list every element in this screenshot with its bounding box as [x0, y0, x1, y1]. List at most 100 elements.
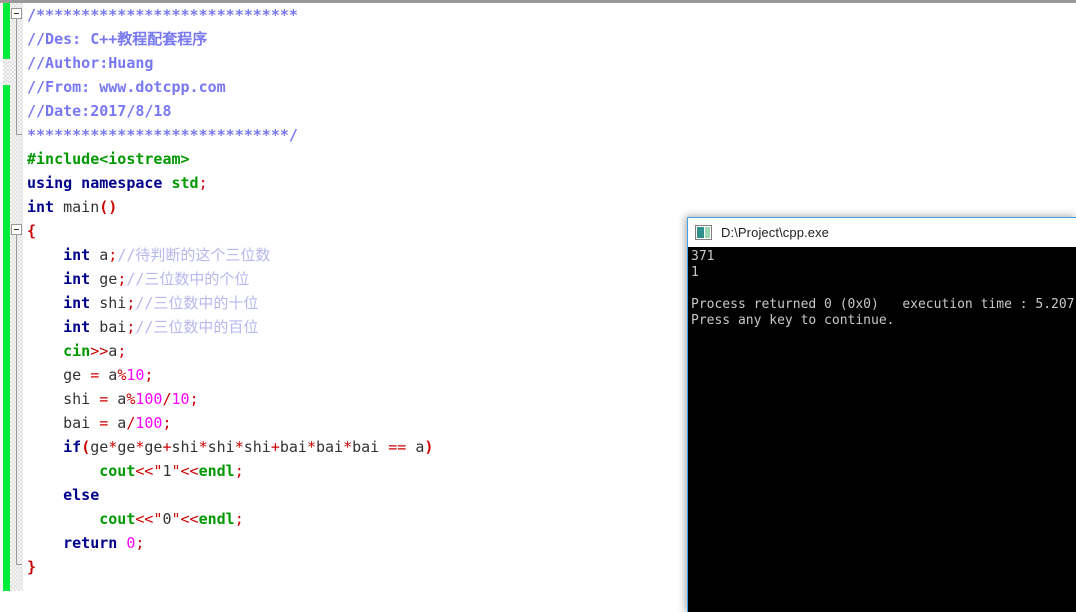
code-token-quote: " — [171, 510, 181, 528]
code-token-std: endl — [198, 510, 235, 528]
code-token-id: bai — [352, 438, 389, 456]
code-token-op: = — [99, 390, 109, 408]
code-token-op: % — [117, 366, 127, 384]
code-token-op: ; — [117, 270, 127, 288]
code-token-kw: int — [63, 270, 100, 288]
fold-toggle-icon-block-1[interactable] — [11, 8, 22, 19]
code-token-op: * — [108, 438, 118, 456]
code-token-op: ; — [198, 174, 208, 192]
console-output-line: Process returned 0 (0x0) execution time … — [691, 297, 1076, 312]
code-token-op: + — [270, 438, 280, 456]
code-token-id: a — [99, 366, 118, 384]
console-window-icon — [695, 225, 712, 240]
code-token-std: endl — [198, 462, 235, 480]
code-token-op: ; — [144, 366, 154, 384]
code-token-kw: else — [63, 486, 100, 504]
code-token-kw: int — [63, 246, 100, 264]
code-token-kw: return — [63, 534, 127, 552]
code-token-op: << — [180, 510, 199, 528]
code-token-comment: //From: www.dotcpp.com — [27, 78, 226, 96]
code-token-id: a — [108, 414, 127, 432]
code-token-op: == — [388, 438, 407, 456]
code-token-std: cin — [63, 342, 91, 360]
code-line[interactable]: //From: www.dotcpp.com — [23, 75, 1076, 99]
code-token-num: 10 — [171, 390, 190, 408]
code-token-brace: ( — [81, 438, 91, 456]
fold-range-line-1 — [16, 19, 17, 134]
code-token-comment: //Des: C++教程配套程序 — [27, 30, 208, 48]
code-token-kw: int — [63, 318, 100, 336]
code-line[interactable]: /***************************** — [23, 3, 1076, 27]
code-token-num: 100 — [135, 390, 163, 408]
code-token-op: * — [234, 438, 244, 456]
code-token-id: shi — [207, 438, 235, 456]
code-token-std: std — [171, 174, 199, 192]
code-token-num: 100 — [135, 414, 163, 432]
fold-range-foot-2 — [16, 564, 22, 565]
console-title-text: D:\Project\cpp.exe — [721, 225, 830, 240]
code-token-brace: ) — [424, 438, 434, 456]
code-token-comment-in: //三位数中的个位 — [126, 270, 250, 288]
code-token-op: + — [162, 438, 172, 456]
code-token-quote: " — [171, 462, 181, 480]
code-line[interactable]: #include<iostream> — [23, 147, 1076, 171]
code-token-comment-in: //三位数中的百位 — [135, 318, 259, 336]
code-token-comment: //Author:Huang — [27, 54, 154, 72]
code-token-op: >> — [90, 342, 109, 360]
console-output-line: Press any key to continue. — [691, 313, 895, 328]
fold-range-foot-1 — [16, 134, 22, 135]
code-token-id: bai — [279, 438, 307, 456]
code-token-id: ge — [144, 438, 163, 456]
code-token-id: ge — [63, 366, 91, 384]
code-token-id: shi — [63, 390, 100, 408]
code-token-id: shi — [243, 438, 271, 456]
code-token-id: bai — [99, 318, 127, 336]
code-token-kw: int — [27, 198, 64, 216]
code-token-op: = — [99, 414, 109, 432]
code-token-op: * — [306, 438, 316, 456]
code-token-str: 1 — [162, 462, 172, 480]
code-token-pre: #include<iostream> — [27, 150, 190, 168]
code-token-std: cout — [99, 510, 136, 528]
code-line[interactable]: //Author:Huang — [23, 51, 1076, 75]
code-token-comment: /***************************** — [27, 6, 298, 24]
code-token-op: = — [90, 366, 100, 384]
code-token-comment: //Date:2017/8/18 — [27, 102, 172, 120]
code-token-comment-in: //三位数中的十位 — [135, 294, 259, 312]
code-line[interactable]: //Date:2017/8/18 — [23, 99, 1076, 123]
code-token-str: 0 — [162, 510, 172, 528]
code-token-op: ; — [234, 462, 244, 480]
code-token-id: shi — [99, 294, 127, 312]
console-output-area[interactable]: 371 1 Process returned 0 (0x0) execution … — [688, 247, 1076, 612]
code-line[interactable]: int main() — [23, 195, 1076, 219]
code-token-op: ; — [108, 246, 118, 264]
code-line[interactable]: using namespace std; — [23, 171, 1076, 195]
console-output-line: 1 — [691, 265, 699, 280]
console-titlebar[interactable]: D:\Project\cpp.exe — [688, 218, 1076, 247]
code-token-brace: () — [99, 198, 118, 216]
code-token-brace: { — [27, 222, 37, 240]
code-line[interactable]: //Des: C++教程配套程序 — [23, 27, 1076, 51]
code-token-std: cout — [99, 462, 136, 480]
code-token-id: a — [108, 342, 118, 360]
code-token-id: a — [406, 438, 425, 456]
console-window[interactable]: D:\Project\cpp.exe 371 1 Process returned… — [687, 217, 1076, 612]
code-token-num: 10 — [126, 366, 145, 384]
code-token-op: * — [343, 438, 353, 456]
fold-toggle-icon-block-2[interactable] — [11, 224, 22, 235]
code-folding-gutter[interactable] — [10, 3, 23, 591]
code-token-op: << — [135, 510, 154, 528]
change-marker-gutter — [3, 3, 10, 591]
code-token-op: ; — [162, 414, 172, 432]
code-token-id: ge — [117, 438, 136, 456]
code-line[interactable]: *****************************/ — [23, 123, 1076, 147]
